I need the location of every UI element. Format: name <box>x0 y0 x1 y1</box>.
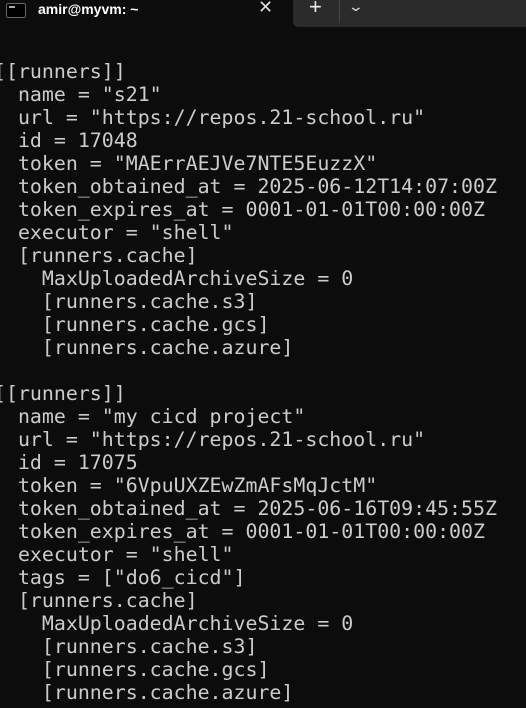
terminal-line: [runners.cache.s3] <box>0 290 258 313</box>
terminal-line: [runners.cache.gcs] <box>0 313 270 336</box>
terminal-line: token_obtained_at = 2025-06-16T09:45:55Z <box>0 497 497 520</box>
terminal-line: [runners.cache.azure] <box>0 336 294 359</box>
terminal-line: name = "s21" <box>0 83 162 106</box>
tab-strip: + ⌄ <box>293 0 526 27</box>
tab-terminal[interactable]: amir@myvm: ~ ✕ <box>0 0 292 27</box>
terminal-line: executor = "shell" <box>0 543 234 566</box>
terminal-line: [runners.cache] <box>0 589 198 612</box>
terminal-line: [[runners]] <box>0 60 126 83</box>
terminal-line: id = 17075 <box>0 451 138 474</box>
chevron-down-icon[interactable]: ⌄ <box>348 0 364 15</box>
terminal-line: [runners.cache.azure] <box>0 681 294 704</box>
terminal-output[interactable]: [[runners]] name = "s21" url = "https://… <box>0 37 497 704</box>
terminal-line: url = "https://repos.21-school.ru" <box>0 428 426 451</box>
terminal-line: url = "https://repos.21-school.ru" <box>0 106 426 129</box>
terminal-line: id = 17048 <box>0 129 138 152</box>
terminal-icon <box>6 3 26 18</box>
tab-title: amir@myvm: ~ <box>38 1 139 17</box>
divider <box>339 0 340 23</box>
terminal-line: executor = "shell" <box>0 221 234 244</box>
terminal-line: token = "MAErrAEJVe7NTE5EuzzX" <box>0 152 378 175</box>
terminal-line: tags = ["do6_cicd"] <box>0 566 246 589</box>
terminal-line: [[runners]] <box>0 382 126 405</box>
terminal-line: token_obtained_at = 2025-06-12T14:07:00Z <box>0 175 497 198</box>
terminal-line: token_expires_at = 0001-01-01T00:00:00Z <box>0 520 485 543</box>
terminal-line: token = "6VpuUXZEwZmAFsMqJctM" <box>0 474 378 497</box>
terminal-line: MaxUploadedArchiveSize = 0 <box>0 267 354 290</box>
new-tab-button[interactable]: + <box>309 0 322 18</box>
terminal-line: [runners.cache.s3] <box>0 635 258 658</box>
terminal-line: [runners.cache] <box>0 244 198 267</box>
close-tab-button[interactable]: ✕ <box>258 0 273 16</box>
title-bar: amir@myvm: ~ ✕ + ⌄ <box>0 0 526 27</box>
terminal-line: [runners.cache.gcs] <box>0 658 270 681</box>
terminal-line: name = "my cicd project" <box>0 405 306 428</box>
terminal-line: MaxUploadedArchiveSize = 0 <box>0 612 354 635</box>
terminal-line: token_expires_at = 0001-01-01T00:00:00Z <box>0 198 485 221</box>
